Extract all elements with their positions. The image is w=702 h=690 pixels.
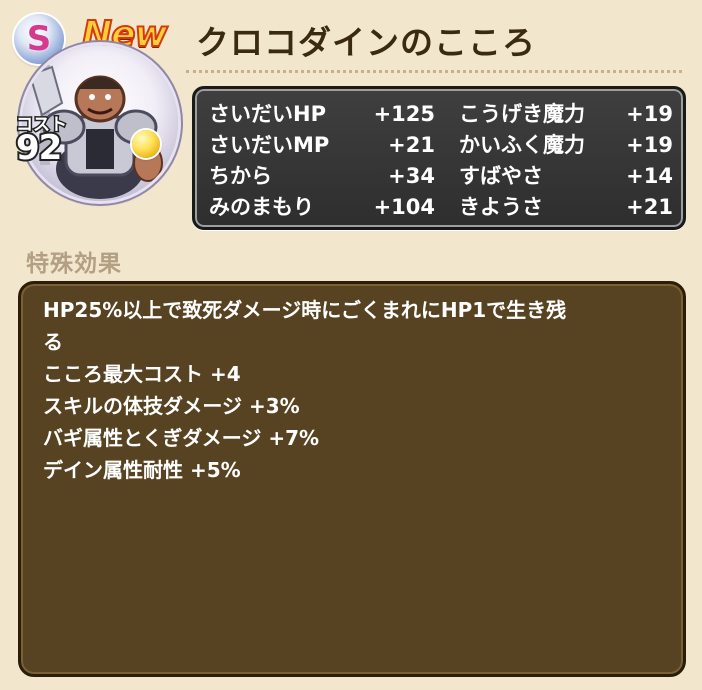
stat-label: きようさ (459, 195, 543, 219)
special-effects-panel: HP25%以上で致死ダメージ時にごくまれにHP1で生き残 る こころ最大コスト … (18, 281, 686, 677)
stat-value: +19 (626, 133, 673, 157)
kokoro-title: クロコダインのこころ (196, 23, 536, 62)
stat-value: +125 (373, 102, 435, 126)
stat-label: さいだいHP (209, 102, 326, 126)
stat-value: +104 (373, 195, 435, 219)
stat-label: かいふく魔力 (459, 133, 585, 157)
yellow-orb-icon (132, 130, 160, 158)
effect-line: る (43, 330, 63, 354)
cost-value: 92 (14, 126, 64, 170)
effect-line: こころ最大コスト +4 (43, 362, 241, 386)
stat-label: みのまもり (209, 195, 314, 219)
stat-value: +21 (626, 195, 673, 219)
stat-value: +19 (626, 102, 673, 126)
stat-label: すばやさ (459, 164, 543, 188)
effect-line: バギ属性とくぎダメージ +7% (43, 426, 320, 450)
effect-line: デイン属性耐性 +5% (43, 458, 241, 482)
title-dotted-divider (186, 70, 682, 73)
special-effects-heading: 特殊効果 (26, 251, 122, 277)
stats-panel: さいだいHP +125 こうげき魔力 +19 さいだいMP +21 かいふく魔力… (192, 86, 686, 230)
stat-label: さいだいMP (209, 133, 330, 157)
rank-badge-s: S (14, 14, 64, 64)
stat-value: +34 (388, 164, 435, 188)
stat-label: こうげき魔力 (459, 102, 585, 126)
effect-line: スキルの体技ダメージ +3% (43, 394, 300, 418)
stat-value: +14 (626, 164, 673, 188)
stat-value: +21 (388, 133, 435, 157)
stats-grid: さいだいHP +125 こうげき魔力 +19 さいだいMP +21 かいふく魔力… (209, 99, 673, 223)
effect-line: HP25%以上で致死ダメージ時にごくまれにHP1で生き残 (43, 298, 567, 322)
rank-letter: S (26, 19, 52, 59)
stat-label: ちから (209, 164, 272, 188)
